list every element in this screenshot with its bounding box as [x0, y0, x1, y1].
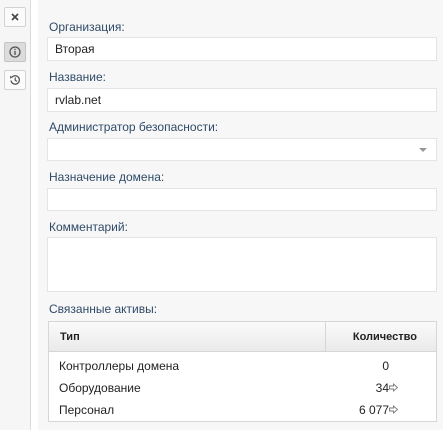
info-icon [9, 46, 21, 58]
table-header: Тип Количество [49, 322, 436, 352]
asset-count-link[interactable]: 6 077 [359, 403, 389, 417]
asset-type: Оборудование [59, 381, 141, 395]
name-label: Название: [49, 70, 106, 84]
organization-field[interactable]: Вторая [47, 37, 437, 61]
table-row: Персонал 6 077 [49, 399, 436, 421]
history-button[interactable] [4, 70, 26, 90]
name-field[interactable]: rvlab.net [47, 88, 437, 112]
info-button[interactable] [4, 42, 26, 62]
side-toolstrip [0, 0, 31, 430]
column-divider [325, 322, 326, 352]
security-admin-select[interactable] [47, 138, 437, 161]
arrow-right-icon[interactable] [389, 405, 398, 414]
table-row: Оборудование 34 [49, 377, 436, 399]
column-header-type[interactable]: Тип [60, 331, 80, 343]
close-button[interactable] [4, 7, 26, 27]
name-value: rvlab.net [55, 93, 102, 107]
close-icon [11, 13, 19, 21]
history-icon [10, 75, 20, 85]
table-row: Контроллеры домена 0 [49, 355, 436, 377]
domain-purpose-label: Назначение домена: [49, 170, 165, 184]
column-header-count[interactable]: Количество [353, 331, 417, 343]
organization-value: Вторая [55, 42, 95, 56]
asset-count-link[interactable]: 34 [376, 381, 389, 395]
domain-details-panel: Организация: Вторая Название: rvlab.net … [38, 0, 443, 430]
related-assets-label: Связанные активы: [49, 302, 158, 316]
domain-purpose-field[interactable] [47, 188, 437, 211]
arrow-right-icon[interactable] [389, 383, 398, 392]
related-assets-table: Тип Количество Контроллеры домена 0 Обор… [48, 321, 437, 422]
comment-label: Комментарий: [49, 220, 128, 234]
asset-type: Персонал [59, 403, 115, 417]
chevron-down-icon [419, 147, 427, 152]
comment-textarea[interactable] [47, 237, 437, 292]
security-admin-label: Администратор безопасности: [49, 120, 219, 134]
asset-count: 0 [382, 359, 389, 373]
asset-type: Контроллеры домена [59, 359, 180, 373]
organization-label: Организация: [49, 20, 125, 34]
